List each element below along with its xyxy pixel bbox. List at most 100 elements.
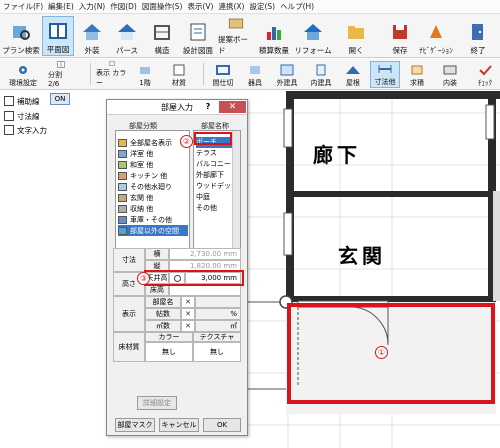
category-storage[interactable]: 収納 他 (118, 203, 153, 214)
room-mask-button[interactable]: 部屋マスク (115, 418, 155, 432)
room-name-display-check[interactable]: ✕ (181, 296, 195, 308)
wall-top (286, 91, 500, 99)
m2-display-check[interactable]: ✕ (181, 320, 195, 332)
western-room-icon (118, 149, 127, 158)
name-terrace[interactable]: テラス (196, 148, 217, 159)
floor-material-label: 床材質 (113, 332, 145, 362)
menu-help[interactable]: ヘルプ(H) (280, 1, 314, 12)
menu-settings[interactable]: 設定(S) (249, 1, 275, 12)
menu-drawing-ops[interactable]: 図面操作(S) (142, 1, 183, 12)
name-list-scrollbar[interactable] (232, 131, 240, 249)
menu-bar: ファイル(F) 編集(E) 入力(N) 作図(D) 図面操作(S) 表示(V) … (0, 0, 500, 14)
display-color-button[interactable]: 表示 カラー (96, 61, 128, 88)
menu-view[interactable]: 表示(V) (188, 1, 214, 12)
dimension-line-tool[interactable]: 寸法線 (4, 110, 40, 122)
floor-1-button[interactable]: 1階 (132, 61, 158, 88)
bar-chart-icon (267, 27, 281, 40)
menu-file[interactable]: ファイル(F) (3, 1, 43, 12)
water-icon (118, 182, 127, 191)
plan-search-button[interactable]: プラン検索 (2, 16, 40, 56)
category-kitchen[interactable]: キッチン 他 (118, 170, 167, 181)
check-button[interactable]: ﾁｪｯｸ (472, 61, 498, 88)
wall-middle (286, 191, 496, 197)
color-display-icon (109, 61, 115, 66)
tatami-display-check[interactable]: ✕ (181, 308, 195, 320)
window-2 (283, 212, 293, 256)
name-outer-corridor[interactable]: 外部廊下 (196, 170, 224, 181)
aux-line-tool[interactable]: 補助線 (4, 95, 40, 107)
room-category-list[interactable]: 全部屋名表示 洋室 他 和室 他 キッチン 他 その他水廻り 玄関 他 収納 他… (115, 130, 190, 250)
name-balcony[interactable]: バルコニー (196, 159, 231, 170)
storage-icon (118, 204, 127, 213)
detail-settings-button[interactable]: 詳細設定 (137, 396, 177, 410)
roof-button[interactable]: 屋根 (340, 61, 366, 88)
color-select[interactable]: 無し (145, 342, 193, 362)
structure-button[interactable]: 構造 (148, 16, 176, 56)
floor-plan-icon (49, 23, 67, 39)
room-name-list[interactable]: ポーチ テラス バルコニー 外部廊下 ウッドデッキ 中庭 その他 (193, 130, 241, 250)
check-icon (479, 65, 492, 76)
text-input-tool[interactable]: 文字入力 (4, 124, 47, 136)
m2-label: ㎡数 (145, 320, 181, 332)
exit-door-icon (472, 24, 483, 40)
door-icon (316, 64, 326, 76)
floor-plan-button[interactable]: 平面図 (42, 16, 74, 56)
reform-button[interactable]: リフォーム (294, 16, 332, 56)
menu-draw[interactable]: 作図(D) (110, 1, 137, 12)
exterior-fitting-button[interactable]: 外建具 (272, 61, 302, 88)
gear-icon (19, 66, 27, 74)
partition-button[interactable]: 間仕切 (208, 61, 238, 88)
color-header: カラー (145, 332, 193, 342)
category-entrance[interactable]: 玄関 他 (118, 192, 153, 203)
split-button[interactable]: 分割 2/6 (48, 61, 74, 88)
left-tool-panel: 補助線 寸法線 文字入力 (0, 91, 102, 448)
blank-cell (195, 296, 241, 308)
interior-fitting-button[interactable]: 内建具 (306, 61, 336, 88)
adjacent-wall (493, 191, 500, 301)
menu-edit[interactable]: 編集(E) (48, 1, 74, 12)
room-name-display-label: 部屋名 (145, 296, 181, 308)
area-calc-button[interactable]: 求積 (404, 61, 430, 88)
env-settings-button[interactable]: 環境設定 (4, 61, 42, 88)
perspective-button[interactable]: パース (112, 16, 142, 56)
interior-button[interactable]: 内装 (436, 61, 464, 88)
fixture-icon (250, 66, 260, 74)
toolbar-separator (203, 63, 204, 85)
width-value: 2,730.00 mm (169, 248, 241, 260)
design-drawing-button[interactable]: 設計図面 (180, 16, 216, 56)
cancel-button[interactable]: キャンセル (159, 418, 199, 432)
split-icon (57, 61, 65, 68)
proposal-board-button[interactable]: 提案ボード (218, 16, 254, 56)
aux-line-on-toggle[interactable]: ON (50, 93, 70, 105)
open-button[interactable]: 開く (342, 16, 370, 56)
save-button[interactable]: 保存 (386, 16, 414, 56)
fixture-button[interactable]: 器具 (242, 61, 268, 88)
category-western-room[interactable]: 洋室 他 (118, 148, 153, 159)
window-3 (485, 104, 495, 140)
category-garage[interactable]: 車庫・その他 (118, 214, 172, 225)
exterior-button[interactable]: 外装 (78, 16, 106, 56)
name-courtyard[interactable]: 中庭 (196, 192, 210, 203)
name-other[interactable]: その他 (196, 203, 217, 214)
step-3-marker: ③ (137, 272, 150, 285)
dimension-etc-button[interactable]: 寸法他 (370, 61, 400, 88)
material-button[interactable]: 材質 (166, 61, 192, 88)
menu-link[interactable]: 連携(X) (218, 1, 244, 12)
menu-input[interactable]: 入力(N) (79, 1, 105, 12)
m2-unit: ㎡ (195, 320, 241, 332)
toolbar-separator (90, 63, 91, 85)
category-water-area[interactable]: その他水廻り (118, 181, 172, 192)
close-button[interactable]: ✕ (219, 101, 246, 113)
navigation-button[interactable]: ﾅﾋﾞｹﾞｰｼｮﾝ (418, 16, 454, 56)
category-all-rooms[interactable]: 全部屋名表示 (118, 137, 172, 148)
help-button[interactable]: ? (203, 102, 213, 112)
ok-button[interactable]: OK (203, 418, 241, 432)
texture-header: テクスチャ (193, 332, 241, 342)
estimate-button[interactable]: 積算数量 (256, 16, 292, 56)
category-non-room-space[interactable]: 部屋以外の空間 (118, 225, 188, 236)
proposal-board-icon (228, 18, 244, 29)
folder-open-icon (348, 26, 364, 39)
exit-button[interactable]: 終了 (464, 16, 492, 56)
texture-select[interactable]: 無し (193, 342, 241, 362)
category-japanese-room[interactable]: 和室 他 (118, 159, 153, 170)
